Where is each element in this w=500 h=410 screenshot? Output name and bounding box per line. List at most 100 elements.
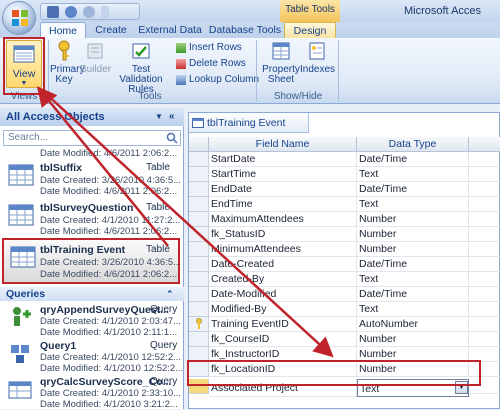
customize-toolbar-icon[interactable] xyxy=(101,5,109,18)
save-icon[interactable] xyxy=(47,5,59,18)
view-dropdown-icon: ▼ xyxy=(20,80,28,87)
description-cell[interactable] xyxy=(469,287,500,302)
description-cell[interactable] xyxy=(469,362,500,377)
row-selector[interactable] xyxy=(189,152,209,167)
row-selector[interactable] xyxy=(189,362,209,377)
field-name-cell[interactable]: Associated Project xyxy=(209,379,357,397)
office-button[interactable] xyxy=(2,1,36,35)
list-item-query[interactable]: Query1 Query Date Created: 4/1/2010 12:5… xyxy=(0,338,184,374)
data-type-cell[interactable]: Text xyxy=(357,272,469,287)
row-selector[interactable] xyxy=(189,242,209,257)
data-type-cell[interactable]: Date/Time xyxy=(357,182,469,197)
field-name-cell[interactable]: StartTime xyxy=(209,167,357,182)
description-cell[interactable] xyxy=(469,212,500,227)
data-type-cell[interactable]: Number xyxy=(357,227,469,242)
field-name-cell[interactable]: EndTime xyxy=(209,197,357,212)
field-name-cell[interactable]: Modified-By xyxy=(209,302,357,317)
description-cell[interactable] xyxy=(469,227,500,242)
description-cell[interactable] xyxy=(469,332,500,347)
nav-search-input[interactable]: Search... xyxy=(3,130,181,146)
row-selector[interactable] xyxy=(189,212,209,227)
description-cell[interactable] xyxy=(469,347,500,362)
indexes-button[interactable]: Indexes xyxy=(300,40,335,88)
insert-rows-button[interactable]: Insert Rows xyxy=(176,41,242,55)
queries-section-header[interactable]: Queries ⌃ xyxy=(0,287,184,301)
collapse-section-icon[interactable]: ⌃ xyxy=(166,287,174,301)
data-type-cell[interactable]: Date/Time xyxy=(357,287,469,302)
field-name-cell[interactable]: EndDate xyxy=(209,182,357,197)
list-item-query[interactable]: qryCalcSurveyScore_Co... Query Date Crea… xyxy=(0,374,184,410)
nav-menu-dropdown-icon[interactable]: ▼ xyxy=(155,108,163,126)
description-cell[interactable] xyxy=(469,317,500,332)
list-item-query[interactable]: qryAppendSurveyQuest... Query Date Creat… xyxy=(0,302,184,338)
data-type-cell[interactable]: Text xyxy=(357,302,469,317)
row-selector[interactable] xyxy=(189,272,209,287)
tab-design[interactable]: Design xyxy=(284,22,336,38)
data-type-cell[interactable]: Text xyxy=(357,379,469,397)
field-name-cell[interactable]: fk_StatusID xyxy=(209,227,357,242)
undo-icon[interactable] xyxy=(65,5,77,18)
row-selector[interactable] xyxy=(189,197,209,212)
search-icon[interactable] xyxy=(166,132,178,144)
description-cell[interactable] xyxy=(469,242,500,257)
description-cell[interactable] xyxy=(469,302,500,317)
row-selector[interactable] xyxy=(189,317,209,332)
field-name-cell[interactable]: StartDate xyxy=(209,152,357,167)
field-name-cell[interactable]: Created-By xyxy=(209,272,357,287)
primary-key-button[interactable]: Primary Key xyxy=(50,40,84,88)
field-name-cell[interactable]: fk_CourseID xyxy=(209,332,357,347)
row-selector[interactable] xyxy=(189,379,209,394)
tab-external-data[interactable]: External Data xyxy=(134,22,206,38)
field-name-cell[interactable]: Training EventID xyxy=(209,317,357,332)
description-cell[interactable] xyxy=(469,272,500,287)
builder-button[interactable]: Builder xyxy=(80,40,111,88)
row-selector[interactable] xyxy=(189,182,209,197)
description-cell[interactable] xyxy=(469,182,500,197)
data-type-dropdown-icon[interactable]: ▼ xyxy=(455,381,468,394)
data-type-cell[interactable]: Number xyxy=(357,362,469,377)
row-selector[interactable] xyxy=(189,167,209,182)
data-type-cell[interactable]: Text xyxy=(357,197,469,212)
row-selector[interactable] xyxy=(189,227,209,242)
data-type-cell[interactable]: Date/Time xyxy=(357,257,469,272)
description-cell[interactable] xyxy=(469,152,500,167)
field-name-cell[interactable]: MinimumAttendees xyxy=(209,242,357,257)
property-sheet-button[interactable]: Property Sheet xyxy=(262,40,300,88)
field-name-cell[interactable]: MaximumAttendees xyxy=(209,212,357,227)
description-cell[interactable] xyxy=(469,257,500,272)
data-type-cell[interactable]: Date/Time xyxy=(357,152,469,167)
data-type-cell[interactable]: Number xyxy=(357,347,469,362)
delete-rows-button[interactable]: Delete Rows xyxy=(176,57,246,71)
document-tab[interactable]: tblTraining Event xyxy=(189,113,309,133)
field-name-cell[interactable]: Date-Created xyxy=(209,257,357,272)
lookup-column-button[interactable]: Lookup Column xyxy=(176,73,259,87)
row-selector[interactable] xyxy=(189,302,209,317)
field-name-cell[interactable]: fk_InstructorID xyxy=(209,347,357,362)
description-cell[interactable] xyxy=(469,167,500,182)
description-cell[interactable] xyxy=(469,197,500,212)
field-name-cell[interactable]: fk_LocationID xyxy=(209,362,357,377)
shutter-bar-collapse-icon[interactable]: « xyxy=(169,108,175,126)
nav-pane-header[interactable]: All Access Objects ▼ « xyxy=(0,108,184,126)
field-name-cell[interactable]: Date-Modified xyxy=(209,287,357,302)
view-button[interactable]: View ▼ xyxy=(6,40,42,88)
row-selector[interactable] xyxy=(189,332,209,347)
description-cell[interactable] xyxy=(469,379,500,394)
row-selector[interactable] xyxy=(189,257,209,272)
data-type-cell[interactable]: Number xyxy=(357,242,469,257)
list-item-table[interactable]: tblSurveyQuestion Table Date Created: 4/… xyxy=(0,200,184,238)
redo-icon[interactable] xyxy=(83,5,95,18)
row-selector[interactable] xyxy=(189,347,209,362)
test-validation-rules-button[interactable]: Test Validation Rules xyxy=(110,40,172,95)
make-table-query-icon xyxy=(8,381,32,399)
row-selector[interactable] xyxy=(189,287,209,302)
tab-database-tools[interactable]: Database Tools xyxy=(206,22,284,38)
data-type-cell[interactable]: Text xyxy=(357,167,469,182)
list-item-table-selected[interactable]: tblTraining Event Table Date Created: 3/… xyxy=(2,238,181,284)
data-type-cell[interactable]: AutoNumber xyxy=(357,317,469,332)
list-item-table[interactable]: tblSuffix Table Date Created: 3/26/2010 … xyxy=(0,160,184,198)
data-type-cell[interactable]: Number xyxy=(357,212,469,227)
tab-create[interactable]: Create xyxy=(88,22,134,38)
data-type-cell[interactable]: Number xyxy=(357,332,469,347)
tab-home[interactable]: Home xyxy=(40,22,86,39)
